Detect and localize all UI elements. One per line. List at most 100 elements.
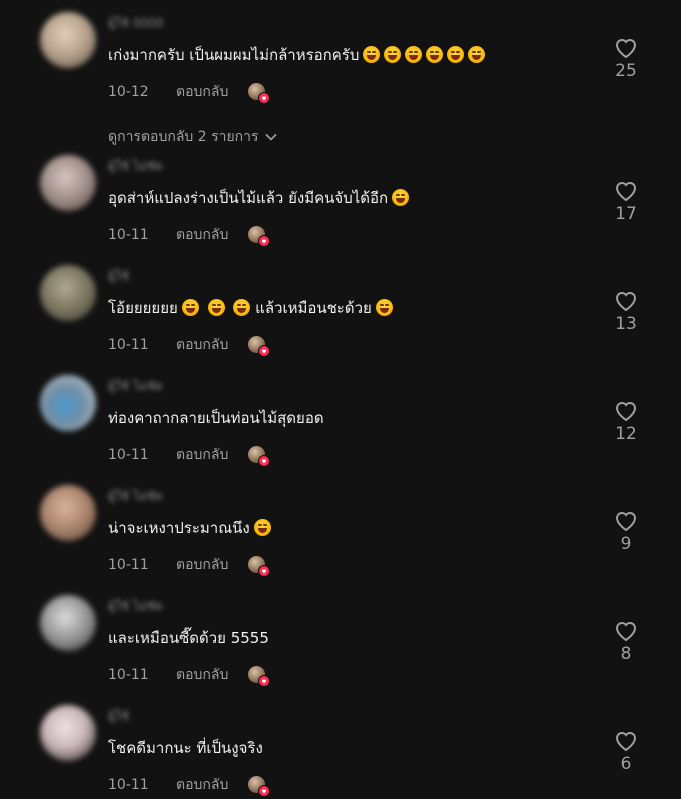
creator-liked-badge xyxy=(248,776,271,797)
comment-text-body: โอ้ยยยยยย xyxy=(108,299,178,317)
comment-text: น่าจะเหงาประมาณนึง xyxy=(108,518,271,538)
like-button[interactable]: 17 xyxy=(604,180,648,224)
avatar[interactable] xyxy=(40,595,96,651)
comment-text-body: โชคดีมากนะ ที่เป็นงูจริง xyxy=(108,739,263,757)
like-button[interactable]: 12 xyxy=(604,400,648,444)
like-count: 13 xyxy=(615,314,637,334)
reply-button[interactable]: ตอบกลับ xyxy=(176,224,228,246)
comment-username[interactable]: ผู้ใช้ ไม่ชัด xyxy=(108,487,163,503)
heart-icon xyxy=(615,732,637,752)
creator-liked-badge xyxy=(248,83,271,104)
heart-filled-icon xyxy=(258,785,271,797)
heart-filled-icon xyxy=(258,565,271,577)
grinning-emoji-icon xyxy=(181,299,199,316)
like-button[interactable]: 13 xyxy=(604,290,648,334)
rofl-emoji-icon xyxy=(405,46,423,63)
comment-text: และเหมือนซี๊ดด้วย 5555 xyxy=(108,628,269,648)
comment-date: 10-11 xyxy=(108,227,149,243)
rofl-emoji-icon xyxy=(392,189,410,206)
comment-meta: 10-11 ตอบกลับ xyxy=(108,224,271,247)
comment-item: ผู้ใช้ ไม่ชัด ท่องคาถากลายเป็นท่อนไม้สุด… xyxy=(0,375,681,475)
heart-icon xyxy=(615,39,637,59)
comment-date: 10-11 xyxy=(108,557,149,573)
comment-text-body: เก่งมากครับ เป็นผมผมไม่กล้าหรอกครับ xyxy=(108,46,360,64)
like-button[interactable]: 6 xyxy=(604,730,648,774)
rofl-emoji-icon xyxy=(447,46,465,63)
avatar[interactable] xyxy=(40,155,96,211)
comment-date: 10-11 xyxy=(108,777,149,793)
comment-username[interactable]: ผู้ใช้ ไม่ชัด xyxy=(108,597,163,613)
avatar[interactable] xyxy=(40,12,96,68)
heart-filled-icon xyxy=(258,92,271,104)
comment-meta: 10-11 ตอบกลับ xyxy=(108,774,271,797)
grinning-emoji-icon xyxy=(207,299,225,316)
heart-filled-icon xyxy=(258,345,271,357)
heart-filled-icon xyxy=(258,455,271,467)
like-count: 6 xyxy=(620,754,632,774)
reply-button[interactable]: ตอบกลับ xyxy=(176,664,228,686)
comment-username[interactable]: ผู้ใช้ 0000 xyxy=(108,14,163,30)
like-count: 12 xyxy=(615,424,637,444)
view-replies-label: ดูการตอบกลับ 2 รายการ xyxy=(108,129,259,145)
grinning-emoji-icon xyxy=(233,299,251,316)
comment-username[interactable]: ผู้ใช้ xyxy=(108,267,129,283)
smiling-sweat-emoji-icon xyxy=(253,519,271,536)
like-button[interactable]: 9 xyxy=(604,510,648,554)
view-replies-button[interactable]: ดูการตอบกลับ 2 รายการ xyxy=(108,126,277,148)
comment-text-body: และเหมือนซี๊ดด้วย 5555 xyxy=(108,629,269,647)
comment-item: ผู้ใช้ ไม่ชัด น่าจะเหงาประมาณนึง 10-11 ต… xyxy=(0,485,681,585)
comment-text-body: ท่องคาถากลายเป็นท่อนไม้สุดยอด xyxy=(108,409,324,427)
comment-item: ผู้ใช้ ไม่ชัด และเหมือนซี๊ดด้วย 5555 10-… xyxy=(0,595,681,695)
creator-liked-badge xyxy=(248,666,271,687)
comment-username[interactable]: ผู้ใช้ ไม่ชัด xyxy=(108,157,163,173)
comment-item: ผู้ใช้ โชคดีมากนะ ที่เป็นงูจริง 10-11 ตอ… xyxy=(0,705,681,799)
comment-date: 10-11 xyxy=(108,447,149,463)
rofl-emoji-icon xyxy=(468,46,486,63)
heart-filled-icon xyxy=(258,235,271,247)
avatar[interactable] xyxy=(40,375,96,431)
reply-button[interactable]: ตอบกลับ xyxy=(176,774,228,796)
comment-meta: 10-11 ตอบกลับ xyxy=(108,554,271,577)
reply-button[interactable]: ตอบกลับ xyxy=(176,81,228,103)
heart-icon xyxy=(615,292,637,312)
heart-icon xyxy=(615,512,637,532)
comment-date: 10-11 xyxy=(108,337,149,353)
creator-liked-badge xyxy=(248,446,271,467)
creator-liked-badge xyxy=(248,556,271,577)
comment-meta: 10-11 ตอบกลับ xyxy=(108,334,271,357)
comment-meta: 10-12 ตอบกลับ xyxy=(108,81,271,104)
rofl-emoji-icon xyxy=(363,46,381,63)
like-count: 17 xyxy=(615,204,637,224)
comment-text-body: น่าจะเหงาประมาณนึง xyxy=(108,519,250,537)
creator-liked-badge xyxy=(248,226,271,247)
comment-date: 10-11 xyxy=(108,667,149,683)
heart-icon xyxy=(615,622,637,642)
comment-username[interactable]: ผู้ใช้ xyxy=(108,707,129,723)
like-button[interactable]: 25 xyxy=(604,37,648,81)
comment-list: ผู้ใช้ 0000 เก่งมากครับ เป็นผมผมไม่กล้าห… xyxy=(0,0,681,799)
heart-icon xyxy=(615,182,637,202)
reply-button[interactable]: ตอบกลับ xyxy=(176,444,228,466)
like-count: 8 xyxy=(620,644,632,664)
comment-text: โชคดีมากนะ ที่เป็นงูจริง xyxy=(108,738,263,758)
comment-meta: 10-11 ตอบกลับ xyxy=(108,444,271,467)
comment-text: เก่งมากครับ เป็นผมผมไม่กล้าหรอกครับ xyxy=(108,45,486,65)
comment-text: โอ้ยยยยยย แล้วเหมือนชะด้วย xyxy=(108,298,393,318)
heart-icon xyxy=(615,402,637,422)
comment-item: ผู้ใช้ 0000 เก่งมากครับ เป็นผมผมไม่กล้าห… xyxy=(0,12,681,145)
chevron-down-icon xyxy=(264,133,277,141)
comment-text-suffix: แล้วเหมือนชะด้วย xyxy=(255,299,372,317)
like-button[interactable]: 8 xyxy=(604,620,648,664)
reply-button[interactable]: ตอบกลับ xyxy=(176,554,228,576)
avatar[interactable] xyxy=(40,705,96,761)
avatar[interactable] xyxy=(40,485,96,541)
comment-date: 10-12 xyxy=(108,84,149,100)
creator-liked-badge xyxy=(248,336,271,357)
reply-button[interactable]: ตอบกลับ xyxy=(176,334,228,356)
comment-text: ท่องคาถากลายเป็นท่อนไม้สุดยอด xyxy=(108,408,324,428)
comment-text-body: อุดส่าห์แปลงร่างเป็นไม้แล้ว ยังมีคนจับได… xyxy=(108,189,389,207)
avatar[interactable] xyxy=(40,265,96,321)
like-count: 25 xyxy=(615,61,637,81)
comment-username[interactable]: ผู้ใช้ ไม่ชัด xyxy=(108,377,163,393)
rofl-emoji-icon xyxy=(426,46,444,63)
